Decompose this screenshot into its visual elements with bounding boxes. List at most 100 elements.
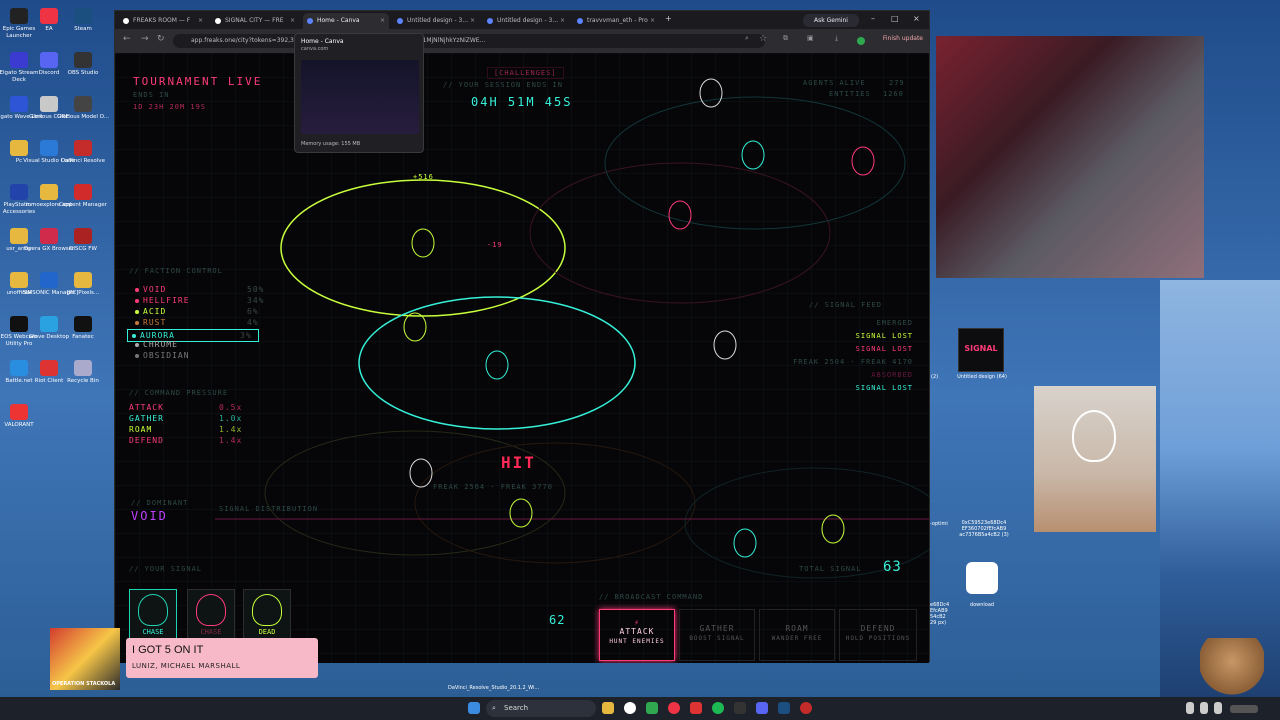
distribution-label: SIGNAL DISTRIBUTION: [219, 505, 319, 513]
roam-button[interactable]: ROAM WANDER FREE: [759, 609, 835, 661]
app-icon: [74, 184, 92, 200]
app-icon[interactable]: [734, 702, 746, 714]
file-thumbnail[interactable]: SIGNAL: [958, 328, 1004, 372]
spotify-icon[interactable]: [712, 702, 724, 714]
entities-label: ENTITIES: [829, 90, 871, 98]
tab-untitled-design-2[interactable]: Untitled design - 3... ×: [483, 13, 569, 29]
faction-dot-icon: [135, 310, 139, 314]
webcam-feed: [936, 36, 1204, 278]
maximize-icon[interactable]: □: [891, 14, 899, 23]
favicon-icon: [577, 18, 583, 24]
signal-loss: -19: [487, 241, 503, 249]
app-icon[interactable]: [690, 702, 702, 714]
zoom-icon[interactable]: ⌕: [745, 34, 749, 43]
bolt-icon: ⚡: [634, 618, 640, 627]
desktop-icon[interactable]: Glorious Model O...: [56, 96, 110, 121]
agents-label: AGENTS ALIVE: [803, 79, 866, 87]
app-icon: [10, 404, 28, 420]
portrait-image: [1034, 386, 1156, 532]
close-window-icon[interactable]: ×: [913, 14, 920, 23]
desktop-icon[interactable]: VALORANT: [0, 404, 46, 429]
download-icon[interactable]: ⤓: [835, 34, 838, 43]
app-icon: [74, 96, 92, 112]
desktop-icon[interactable]: Fanatec: [56, 316, 110, 341]
ask-gemini-button[interactable]: Ask Gemini: [803, 14, 859, 27]
tab-travvvman[interactable]: travvvman_eth - Pro ×: [573, 13, 659, 29]
steam-icon[interactable]: [778, 702, 790, 714]
faction-dot-icon: [132, 334, 136, 338]
forward-icon[interactable]: →: [141, 34, 149, 44]
download-file-icon[interactable]: [966, 562, 998, 594]
favicon-icon: [123, 18, 129, 24]
minimize-icon[interactable]: –: [871, 14, 875, 23]
attack-button[interactable]: ⚡ ATTACK HUNT ENEMIES: [599, 609, 675, 661]
reload-icon[interactable]: ↻: [157, 34, 165, 44]
challenges-button[interactable]: [CHALLENGES]: [487, 67, 564, 79]
app-icon[interactable]: [646, 702, 658, 714]
ends-label: ENDS IN: [133, 91, 170, 99]
desktop-icon[interactable]: Recycle Bin: [56, 360, 110, 385]
profile-avatar[interactable]: [857, 37, 865, 45]
chrome-icon[interactable]: [624, 702, 636, 714]
faction-dot-icon: [135, 321, 139, 325]
desktop-icon[interactable]: OBS Studio: [56, 52, 110, 77]
close-icon[interactable]: ×: [380, 13, 385, 29]
tray-icon[interactable]: [1214, 702, 1222, 714]
opera-gx-icon[interactable]: [668, 702, 680, 714]
file-explorer-icon[interactable]: [602, 702, 614, 714]
defend-button[interactable]: DEFEND HOLD POSITIONS: [839, 609, 917, 661]
close-icon[interactable]: ×: [650, 13, 655, 29]
desktop-icon[interactable]: Content Manager: [56, 184, 110, 209]
command-pressure-label: // COMMAND PRESSURE: [129, 389, 229, 397]
discord-icon[interactable]: [756, 702, 768, 714]
desktop-icon[interactable]: DaVinci Resolve: [56, 140, 110, 165]
tray-icon[interactable]: [1186, 702, 1194, 714]
signal-feed-label: // SIGNAL FEED: [809, 301, 883, 309]
back-icon[interactable]: ←: [123, 34, 131, 44]
taskbar-search[interactable]: ⌕ Search: [486, 700, 596, 717]
extensions-icon[interactable]: ⧉: [783, 34, 788, 43]
desktop-icon[interactable]: [PC]Pixels...: [56, 272, 110, 297]
address-bar[interactable]: app.freaks.one/city?tokens=392,3 ... CI6…: [173, 34, 765, 48]
dominant-label: // DOMINANT: [131, 499, 189, 507]
sidepanel-icon[interactable]: ▣: [807, 34, 814, 42]
clock[interactable]: [1230, 705, 1258, 713]
app-icon: [74, 8, 92, 24]
favicon-icon: [215, 18, 221, 24]
new-tab-icon[interactable]: +: [665, 14, 672, 23]
optimi-label: -optimi: [930, 521, 948, 527]
faction-dot-icon: [135, 354, 139, 358]
faction-label: // FACTION CONTROL: [129, 267, 223, 275]
app-icon: [74, 316, 92, 332]
bookmark-star-icon[interactable]: ☆: [759, 34, 767, 44]
teddy-bear-image: [1200, 638, 1264, 696]
windows-start-icon[interactable]: [468, 702, 480, 714]
browser-toolbar: ← → ↻ app.freaks.one/city?tokens=392,3 .…: [115, 29, 929, 53]
pinned-file-label: DaVinci_Resolve_Studio_20.1.2_Wi...: [448, 685, 540, 691]
gather-button[interactable]: GATHER BOOST SIGNAL: [679, 609, 755, 661]
desktop-icon[interactable]: Steam: [56, 8, 110, 33]
session-timer: 04H 51M 45S: [471, 95, 573, 109]
app-icon: [74, 228, 92, 244]
file-label: Untitled design (64): [957, 374, 1007, 380]
tab-strip: FREAKS ROOM — F × SIGNAL CITY — FRE × Home…: [115, 11, 929, 29]
tab-signal-city[interactable]: SIGNAL CITY — FRE ×: [211, 13, 299, 29]
close-icon[interactable]: ×: [560, 13, 565, 29]
search-icon: ⌕: [492, 704, 496, 712]
faction-row: RUST 4%: [135, 318, 258, 327]
tab-untitled-design-1[interactable]: Untitled design - 3... ×: [393, 13, 479, 29]
signal-value: 62: [549, 613, 566, 627]
finish-update-button[interactable]: Finish update: [883, 35, 923, 42]
tab-home-canva[interactable]: Home - Canva ×: [303, 13, 389, 29]
file-label-partial: (2): [931, 374, 939, 380]
tab-freaks-room[interactable]: FREAKS ROOM — F ×: [119, 13, 207, 29]
davinci-icon[interactable]: [800, 702, 812, 714]
close-icon[interactable]: ×: [470, 13, 475, 29]
faction-dot-icon: [135, 343, 139, 347]
command-row: ROAM 1.4x: [129, 425, 243, 434]
faction-row: HELLFIRE 34%: [135, 296, 263, 305]
desktop-icon[interactable]: DISCG FW: [56, 228, 110, 253]
tray-icon[interactable]: [1200, 702, 1208, 714]
close-icon[interactable]: ×: [290, 13, 295, 29]
close-icon[interactable]: ×: [198, 13, 203, 29]
